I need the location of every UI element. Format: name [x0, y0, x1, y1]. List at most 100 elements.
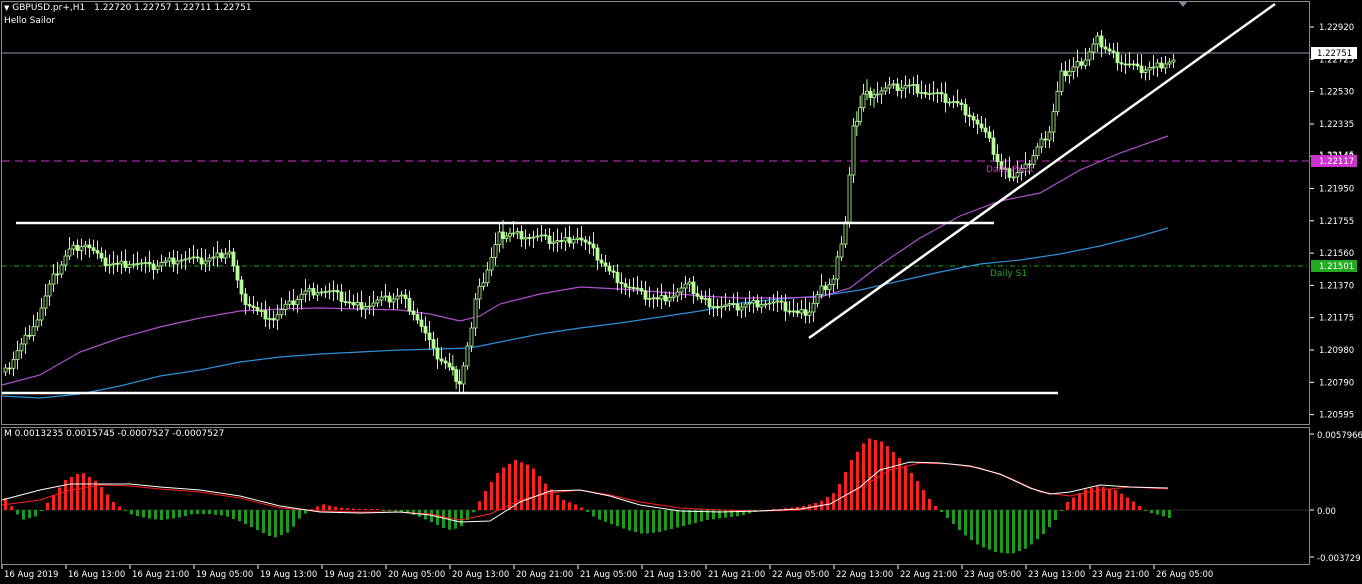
- histogram-bar: [1018, 510, 1021, 551]
- candle-body: [807, 311, 812, 316]
- candle-body: [363, 306, 368, 310]
- candle-body: [707, 298, 712, 308]
- histogram-bar: [478, 501, 481, 510]
- histogram-bar: [292, 510, 295, 527]
- candle-body: [591, 243, 596, 249]
- trendline[interactable]: [808, 2, 1276, 340]
- candle-body: [671, 295, 676, 298]
- candle-body: [1163, 63, 1168, 69]
- candle-body: [1075, 61, 1080, 68]
- candle-body: [879, 90, 884, 95]
- histogram-bar: [610, 510, 613, 524]
- histogram-bar: [640, 510, 643, 534]
- histogram-bar: [472, 510, 475, 513]
- candle-body: [655, 297, 660, 300]
- candle-body: [155, 265, 160, 270]
- candle-body: [959, 102, 964, 105]
- histogram-bar: [946, 510, 949, 518]
- histogram-bar: [22, 510, 25, 520]
- candle-body: [267, 318, 272, 320]
- candle-body: [839, 243, 844, 258]
- candle-body: [723, 304, 728, 307]
- candle-body: [607, 265, 612, 272]
- histogram-bar: [76, 474, 79, 510]
- candle-body: [771, 301, 776, 304]
- candle-body: [247, 304, 252, 307]
- chart-menu-triangle-icon[interactable]: ▼: [4, 4, 9, 12]
- svg-text:1.21501: 1.21501: [1319, 262, 1354, 272]
- candle-body: [515, 231, 520, 234]
- histogram-bar: [322, 504, 325, 510]
- candle-body: [159, 262, 164, 267]
- candle-body: [883, 87, 888, 92]
- histogram-bar: [364, 509, 367, 510]
- candle-body: [899, 87, 904, 91]
- svg-text:1.22751: 1.22751: [1317, 49, 1352, 59]
- candle-body: [699, 295, 704, 300]
- histogram-bar: [148, 510, 151, 519]
- histogram-bar: [250, 510, 253, 527]
- histogram-bar: [388, 510, 391, 511]
- candle-body: [179, 259, 184, 262]
- price-tick-label: 1.20980: [1319, 346, 1354, 356]
- scroll-marker-icon[interactable]: [1178, 1, 1188, 7]
- histogram-bar: [1024, 510, 1027, 549]
- candle-body: [465, 345, 470, 367]
- histogram-bar: [886, 446, 889, 510]
- candle-body: [67, 248, 72, 257]
- candle-body: [1143, 69, 1148, 73]
- candle-body: [551, 241, 556, 244]
- histogram-bar: [682, 510, 685, 526]
- histogram-bar: [904, 465, 907, 510]
- candle-body: [27, 334, 32, 337]
- histogram-bar: [1048, 510, 1051, 527]
- histogram-bar: [520, 462, 523, 510]
- candle-body: [887, 84, 892, 89]
- pivot-price-tag: 1.22145 1.22117: [1311, 151, 1357, 167]
- histogram-bar: [34, 510, 37, 517]
- time-tick-label: 21 Aug 13:00: [644, 570, 701, 580]
- candle-body: [827, 283, 832, 291]
- histogram-bar: [724, 510, 727, 518]
- candle-body: [627, 286, 632, 289]
- candle-body: [1095, 35, 1100, 45]
- chart-canvas[interactable]: Daily Pivot Daily S1 1.229201.227251.225…: [0, 0, 1362, 584]
- candle-body: [15, 350, 20, 360]
- candle-body: [23, 334, 28, 345]
- candle-body: [987, 131, 992, 139]
- candle-body: [3, 367, 8, 373]
- histogram-bar: [70, 477, 73, 510]
- candle-body: [559, 240, 564, 242]
- candle-body: [563, 237, 568, 242]
- candle-body: [303, 290, 308, 295]
- histogram-bar: [124, 510, 127, 511]
- histogram-bar: [526, 464, 529, 510]
- candle-body: [787, 310, 792, 313]
- candle-body: [447, 362, 452, 368]
- price-tick-label: 1.21175: [1319, 314, 1354, 324]
- histogram-bar: [652, 510, 655, 533]
- time-tick-label: 16 Aug 21:00: [132, 570, 189, 580]
- candle-body: [19, 343, 24, 352]
- candle-body: [711, 306, 716, 308]
- candle-body: [575, 237, 580, 240]
- candle-body: [391, 298, 396, 303]
- candle-body: [71, 244, 76, 250]
- candlestick-series[interactable]: [3, 30, 1176, 394]
- histogram-bar: [286, 510, 289, 533]
- candle-body: [587, 241, 592, 245]
- histogram-bar: [694, 510, 697, 523]
- candle-body: [1127, 63, 1132, 66]
- histogram-bar: [106, 494, 109, 510]
- candle-body: [39, 307, 44, 321]
- candle-body: [375, 299, 380, 304]
- candle-body: [595, 247, 600, 261]
- histogram-bar: [262, 510, 265, 533]
- candle-body: [351, 302, 356, 306]
- histogram-bar: [226, 510, 229, 517]
- candle-body: [861, 93, 866, 109]
- candle-body: [1079, 61, 1084, 66]
- candle-body: [1091, 43, 1096, 53]
- candle-body: [215, 252, 220, 258]
- candle-body: [461, 365, 466, 385]
